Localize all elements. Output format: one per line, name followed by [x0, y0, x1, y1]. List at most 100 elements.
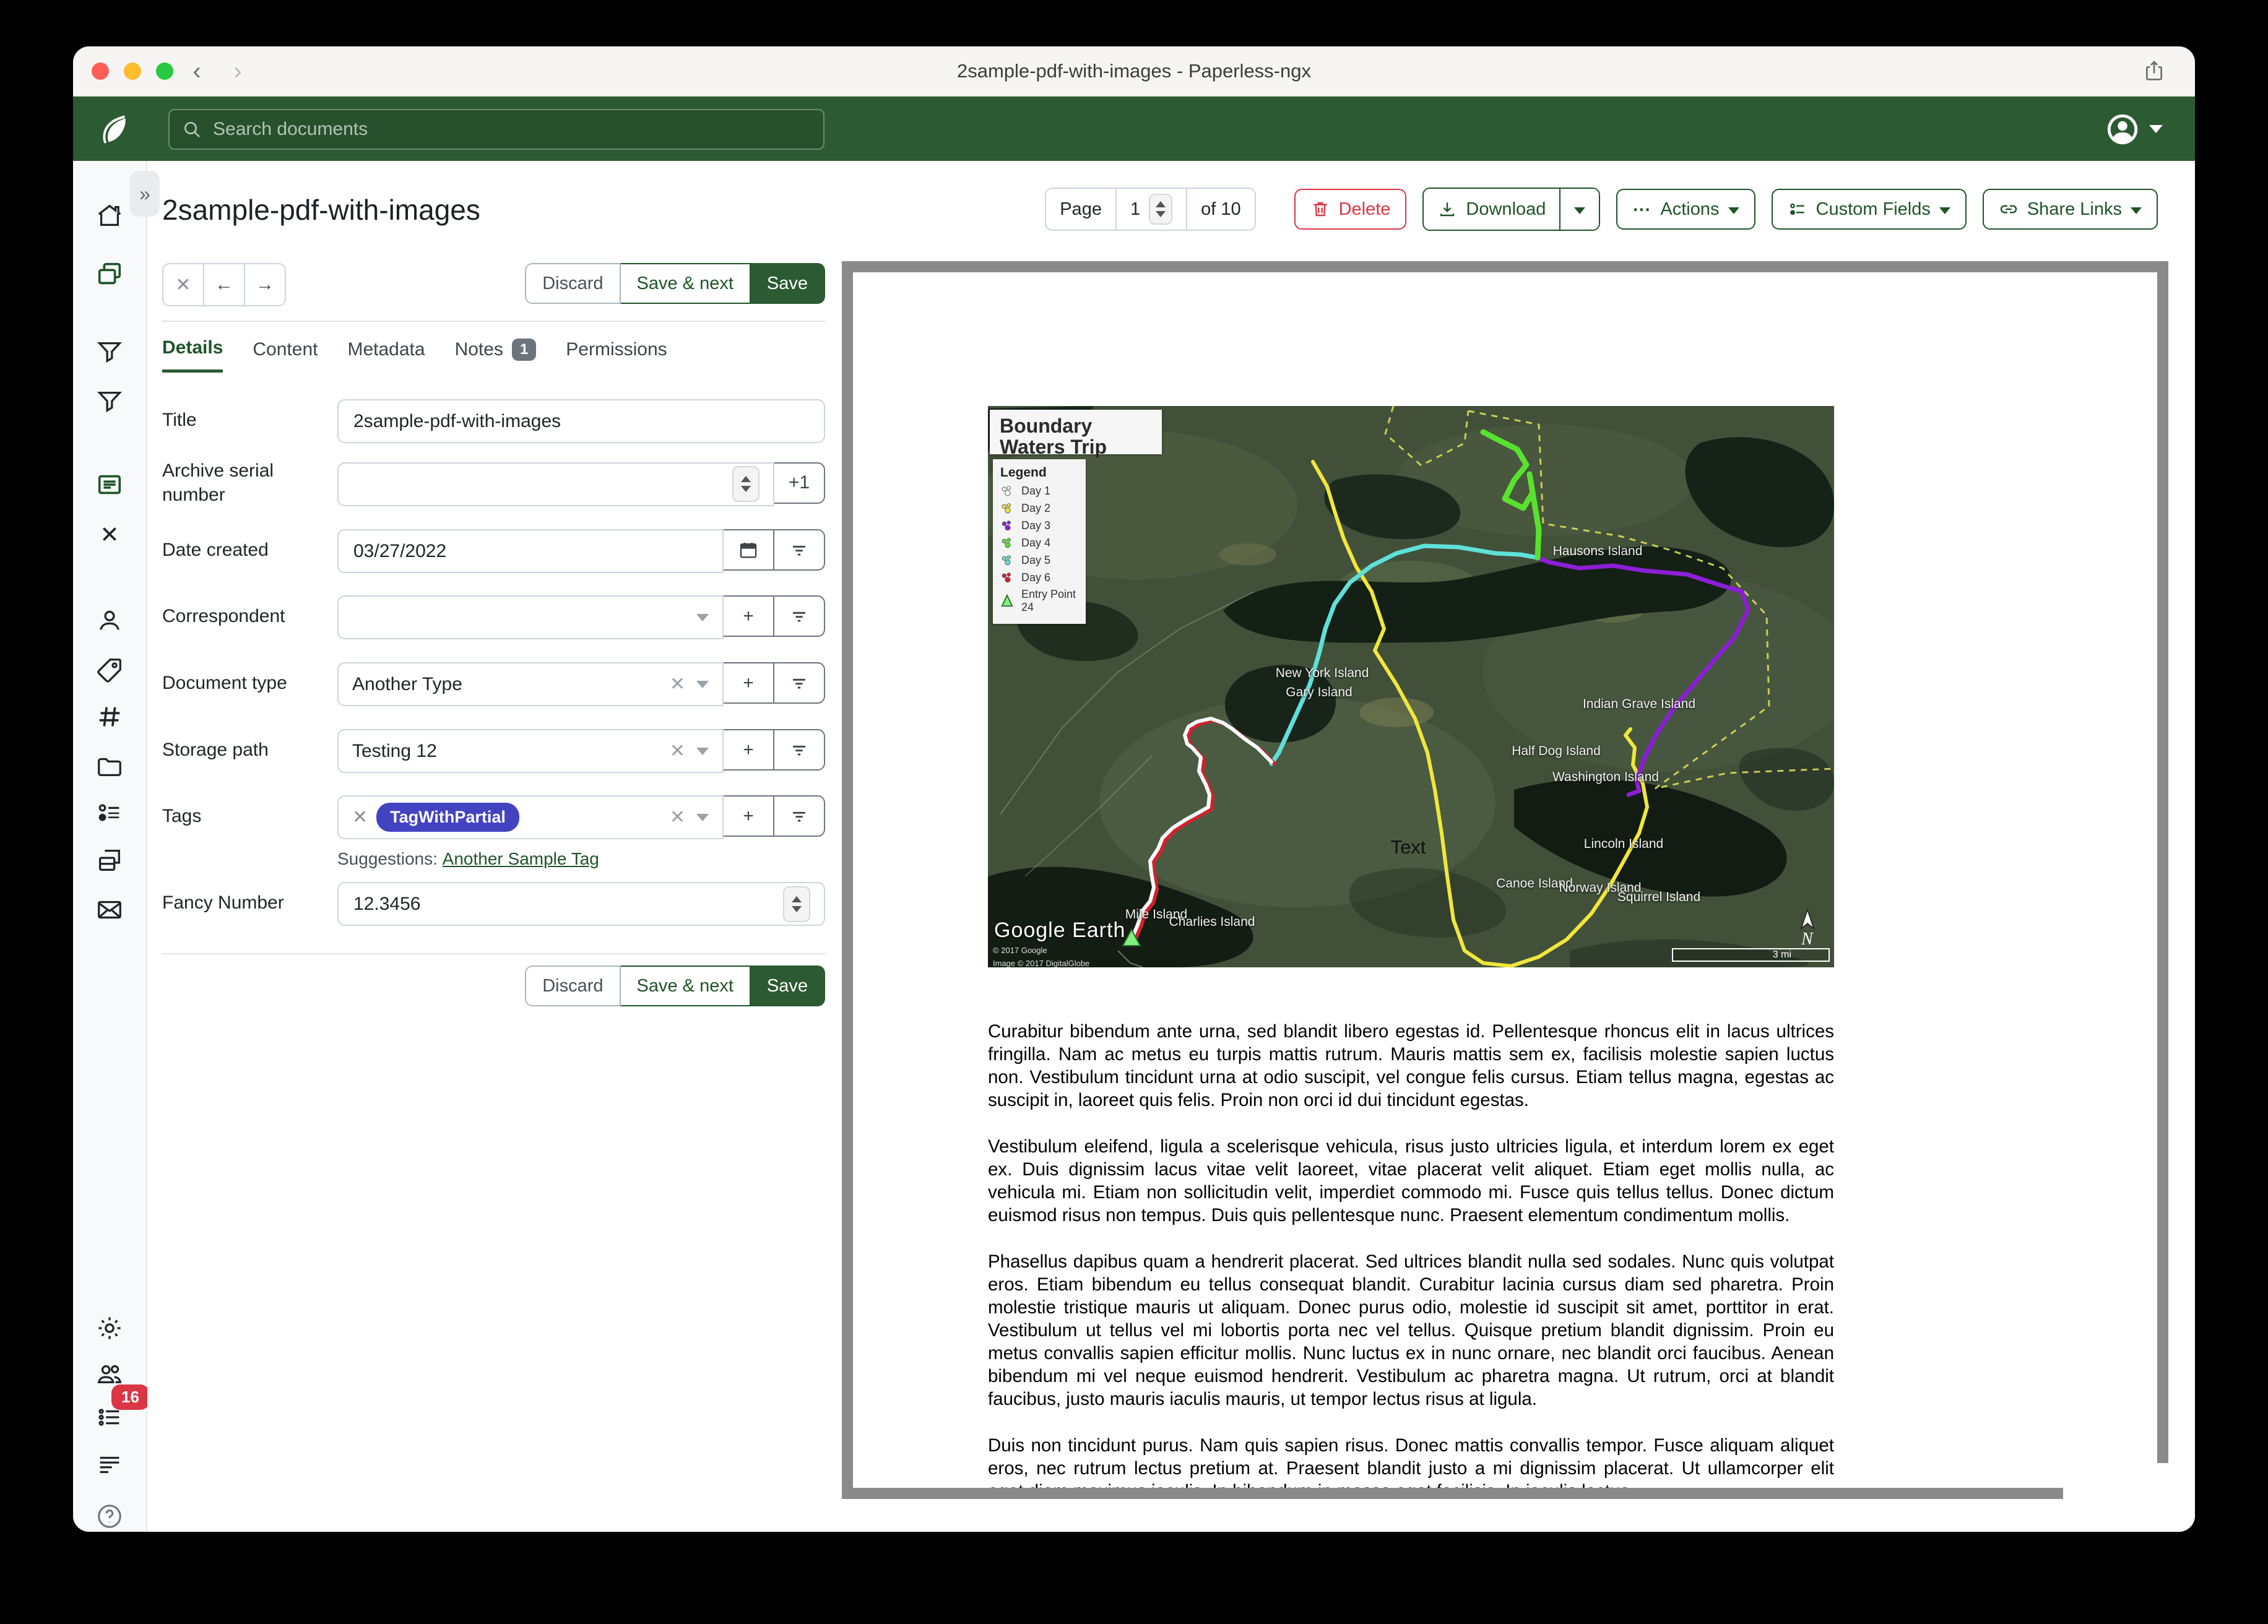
storage-path-value: Testing 12: [352, 741, 670, 762]
sidebar-item-mail[interactable]: [95, 896, 124, 924]
sidebar-item-dashboard[interactable]: [95, 201, 124, 230]
notes-count-badge: 1: [512, 339, 536, 361]
calendar-button[interactable]: [724, 529, 774, 571]
sidebar-item-tasks[interactable]: 16: [95, 1403, 124, 1432]
sidebar-expand-icon[interactable]: »: [130, 171, 160, 217]
user-avatar-icon[interactable]: [2105, 111, 2140, 147]
tab-details[interactable]: Details: [162, 337, 223, 373]
document-type-value: Another Type: [352, 674, 670, 695]
correspondent-filter-button[interactable]: [774, 595, 825, 637]
tag-chip[interactable]: TagWithPartial: [376, 803, 519, 832]
sidebar-item-saved-view-1[interactable]: [95, 337, 124, 366]
pdf-paragraph: Curabitur bibendum ante urna, sed blandi…: [988, 1020, 1834, 1112]
date-created-input[interactable]: [352, 540, 709, 563]
save-button[interactable]: Save: [751, 263, 825, 304]
sidebar-item-open-document[interactable]: [95, 470, 124, 499]
screenshot-stage: ‹ › 2sample-pdf-with-images - Paperless-…: [0, 0, 2268, 1624]
date-filter-button[interactable]: [774, 529, 825, 571]
fancy-number-input[interactable]: [352, 893, 776, 915]
chevron-down-icon[interactable]: [696, 681, 709, 688]
document-type-filter-button[interactable]: [774, 662, 825, 704]
correspondent-label: Correspondent: [162, 604, 337, 628]
user-menu-caret-icon[interactable]: [2149, 125, 2163, 133]
correspondent-select[interactable]: [337, 595, 724, 639]
download-options-button[interactable]: [1559, 189, 1599, 230]
chevron-down-icon[interactable]: [696, 614, 709, 621]
paperless-logo-icon[interactable]: [95, 111, 132, 148]
tab-metadata[interactable]: Metadata: [347, 337, 425, 373]
sidebar-item-workflows[interactable]: [95, 846, 124, 875]
sidebar-item-settings[interactable]: [95, 1314, 124, 1342]
chevron-down-icon[interactable]: [696, 814, 709, 821]
storage-path-select[interactable]: Testing 12 ✕: [337, 729, 724, 773]
day5-marker-icon: [1000, 553, 1014, 567]
correspondent-input[interactable]: [352, 607, 696, 629]
page-label: Page: [1046, 189, 1115, 230]
sidebar-item-correspondents[interactable]: [95, 607, 124, 635]
fancy-number-stepper[interactable]: [783, 886, 810, 922]
search-input[interactable]: [212, 118, 811, 140]
pdf-page: Boundary Waters Trip Six days in BWCA Le…: [853, 272, 2157, 1488]
tab-permissions[interactable]: Permissions: [566, 337, 667, 373]
day6-marker-icon: [1000, 571, 1014, 584]
add-tag-button[interactable]: +: [724, 795, 774, 837]
delete-button[interactable]: Delete: [1294, 189, 1407, 230]
tags-filter-button[interactable]: [774, 795, 825, 837]
suggestions-label: Suggestions:: [337, 849, 438, 868]
sidebar-item-tags[interactable]: [95, 656, 124, 685]
detail-tabs: Details Content Metadata Notes1 Permissions: [162, 337, 667, 373]
sidebar-item-help[interactable]: [95, 1502, 124, 1531]
filter-icon: [789, 740, 810, 761]
map-title-box: Boundary Waters Trip Six days in BWCA: [990, 410, 1162, 454]
save-next-button[interactable]: Save & next: [621, 965, 751, 1006]
next-document-button[interactable]: →: [244, 264, 285, 305]
add-storage-path-button[interactable]: +: [724, 729, 774, 771]
share-icon[interactable]: [2142, 59, 2166, 87]
save-next-button[interactable]: Save & next: [621, 263, 751, 304]
legend-item: Day 2: [1000, 501, 1078, 515]
clear-icon[interactable]: ✕: [670, 806, 685, 828]
sidebar-item-custom-fields[interactable]: [95, 798, 124, 827]
actions-button[interactable]: ⋯ Actions: [1616, 189, 1755, 230]
title-input[interactable]: [352, 410, 810, 433]
document-type-select[interactable]: Another Type ✕: [337, 662, 724, 706]
tags-select[interactable]: ✕ TagWithPartial ✕: [337, 795, 724, 839]
previous-document-button[interactable]: ←: [203, 264, 244, 305]
chevron-down-icon[interactable]: [696, 748, 709, 755]
sidebar-item-documents[interactable]: [95, 260, 124, 288]
sidebar-item-close-document[interactable]: [95, 520, 124, 548]
add-document-type-button[interactable]: +: [724, 662, 774, 704]
share-links-button[interactable]: Share Links: [1983, 189, 2158, 230]
custom-fields-button[interactable]: Custom Fields: [1772, 189, 1967, 230]
clear-icon[interactable]: ✕: [670, 740, 685, 762]
asn-input[interactable]: [352, 473, 725, 495]
discard-button[interactable]: Discard: [525, 263, 620, 304]
discard-button[interactable]: Discard: [525, 965, 620, 1006]
add-correspondent-button[interactable]: +: [724, 595, 774, 637]
save-group-bottom: Discard Save & next Save: [525, 965, 825, 1006]
sidebar-item-storage-paths[interactable]: [95, 752, 124, 780]
sidebar-item-saved-view-2[interactable]: [95, 387, 124, 415]
close-document-button[interactable]: ✕: [163, 264, 203, 305]
pdf-preview-frame[interactable]: Boundary Waters Trip Six days in BWCA Le…: [842, 261, 2168, 1499]
clear-icon[interactable]: ✕: [670, 673, 685, 695]
asn-stepper[interactable]: [732, 466, 760, 502]
remove-tag-icon[interactable]: ✕: [352, 806, 368, 828]
tab-notes[interactable]: Notes1: [455, 337, 537, 373]
global-search: [168, 109, 825, 150]
page-number-input[interactable]: 1: [1130, 199, 1140, 220]
titlebar: ‹ › 2sample-pdf-with-images - Paperless-…: [73, 46, 2195, 97]
tab-content[interactable]: Content: [253, 337, 318, 373]
search-icon: [182, 119, 202, 139]
sidebar-item-document-types[interactable]: [95, 702, 124, 731]
trash-icon: [1310, 199, 1330, 219]
asn-plus-one-button[interactable]: +1: [774, 462, 825, 504]
page-stepper[interactable]: [1149, 194, 1172, 225]
custom-fields-icon: [1788, 199, 1807, 219]
suggestion-link[interactable]: Another Sample Tag: [443, 849, 599, 868]
storage-path-filter-button[interactable]: [774, 729, 825, 771]
save-button[interactable]: Save: [751, 965, 825, 1006]
download-button[interactable]: Download: [1424, 189, 1559, 230]
sidebar: »: [73, 161, 147, 1532]
sidebar-item-logs[interactable]: [95, 1450, 124, 1479]
